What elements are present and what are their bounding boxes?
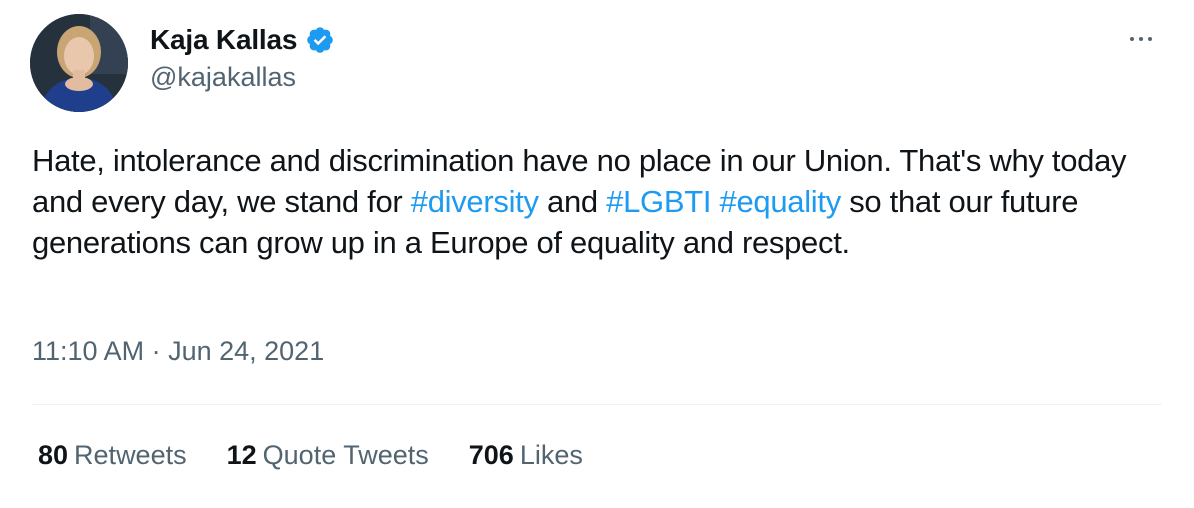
divider: [32, 404, 1162, 405]
retweets-count: 80: [38, 440, 69, 470]
likes-count: 706: [468, 440, 514, 470]
quote-tweets-count: 12: [226, 440, 257, 470]
author-name-row: Kaja Kallas: [150, 22, 335, 58]
quote-tweets-label: Quote Tweets: [262, 440, 429, 470]
verified-badge-icon: [305, 25, 335, 55]
profile-photo-icon: [30, 14, 128, 112]
tweet-text: Hate, intolerance and discrimination hav…: [32, 140, 1162, 263]
avatar[interactable]: [30, 14, 128, 112]
more-dot: [1148, 37, 1152, 41]
engagement-stats: 80 Retweets 12 Quote Tweets 706 Likes: [38, 440, 623, 471]
tweet-text-part: and: [538, 184, 607, 219]
display-name[interactable]: Kaja Kallas: [150, 24, 297, 56]
likes-stat[interactable]: 706 Likes: [469, 440, 583, 471]
hashtag-equality-link[interactable]: #equality: [720, 184, 842, 219]
tweet-text-part: [711, 184, 719, 219]
author-handle[interactable]: @kajakallas: [150, 62, 296, 93]
more-dot: [1139, 37, 1143, 41]
more-options-button[interactable]: [1124, 24, 1158, 54]
timestamp-time[interactable]: 11:10 AM: [32, 336, 144, 366]
hashtag-lgbti-link[interactable]: #LGBTI: [606, 184, 711, 219]
retweets-stat[interactable]: 80 Retweets: [38, 440, 187, 471]
quote-tweets-stat[interactable]: 12 Quote Tweets: [227, 440, 429, 471]
more-horizontal-icon: [1130, 37, 1134, 41]
tweet: Kaja Kallas @kajakallas Hate, intoleranc…: [0, 0, 1194, 508]
timestamp-separator: ·: [144, 336, 169, 366]
timestamp: 11:10 AM · Jun 24, 2021: [32, 336, 324, 367]
retweets-label: Retweets: [74, 440, 187, 470]
timestamp-date[interactable]: Jun 24, 2021: [168, 336, 324, 366]
hashtag-diversity-link[interactable]: #diversity: [411, 184, 539, 219]
likes-label: Likes: [519, 440, 583, 470]
